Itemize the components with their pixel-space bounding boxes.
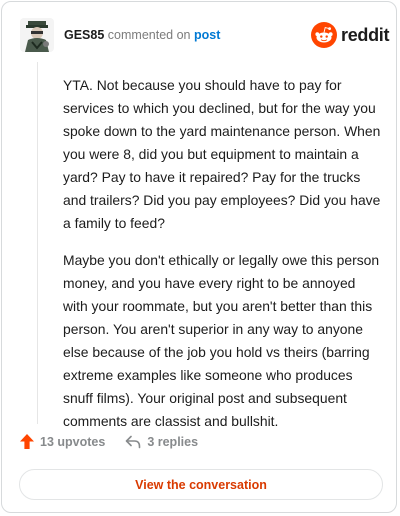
comment-paragraph: Maybe you don't ethically or legally owe… [63,252,380,429]
user-avatar-icon [20,18,54,52]
reddit-logo[interactable]: reddit [311,22,390,48]
avatar[interactable] [20,18,54,52]
comment-header: GES85 commented on post [64,28,220,42]
username[interactable]: GES85 [64,28,104,42]
comment-paragraph: YTA. Not because you should have to pay … [63,77,381,231]
replies-button[interactable]: 3 replies [125,435,198,449]
comment-actions: 13 upvotes 3 replies [20,434,198,449]
reply-count: 3 replies [147,434,199,449]
reddit-snoo-icon [311,22,337,48]
upvote-button[interactable]: 13 upvotes [20,434,105,449]
upvote-arrow-icon [20,434,34,449]
thread-line [37,62,38,424]
action-text: commented on [107,28,191,42]
view-conversation-button[interactable]: View the conversation [19,469,383,500]
comment-card: GES85 commented on post reddit YTA. Not … [1,1,397,513]
reply-arrow-icon [126,435,141,448]
comment-body: YTA. Not because you should have to pay … [63,74,381,447]
upvote-count: 13 upvotes [40,434,106,449]
post-link[interactable]: post [194,28,220,42]
brand-name: reddit [341,24,390,45]
